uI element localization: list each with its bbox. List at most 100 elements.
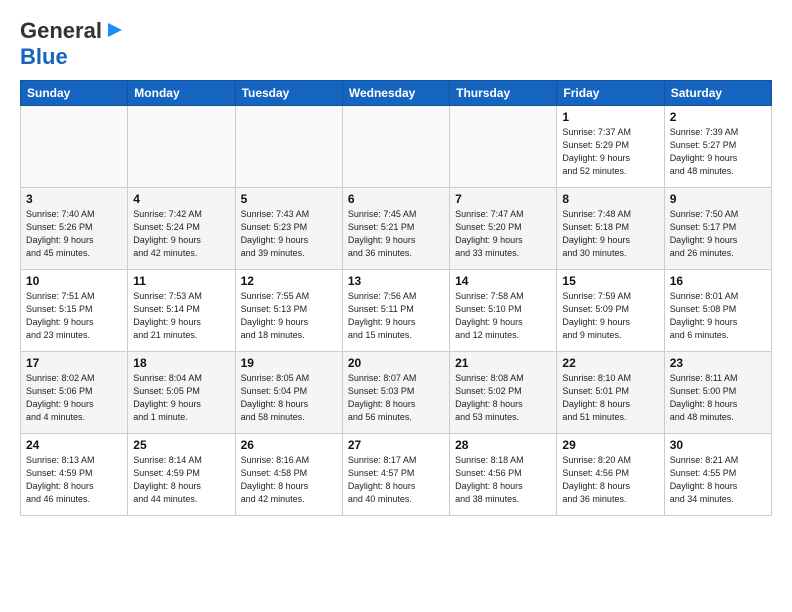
day-number: 10 (26, 274, 122, 288)
day-number: 22 (562, 356, 658, 370)
day-number: 12 (241, 274, 337, 288)
day-cell: 17 Sunrise: 8:02 AM Sunset: 5:06 PM Dayli… (21, 352, 128, 434)
day-number: 3 (26, 192, 122, 206)
day-info: Sunrise: 8:04 AM Sunset: 5:05 PM Dayligh… (133, 372, 229, 424)
day-cell: 29 Sunrise: 8:20 AM Sunset: 4:56 PM Dayli… (557, 434, 664, 516)
day-info: Sunrise: 8:20 AM Sunset: 4:56 PM Dayligh… (562, 454, 658, 506)
logo-arrow-icon (104, 19, 126, 41)
day-cell: 13 Sunrise: 7:56 AM Sunset: 5:11 PM Dayli… (342, 270, 449, 352)
week-row-1: 1 Sunrise: 7:37 AM Sunset: 5:29 PM Daylig… (21, 106, 772, 188)
day-cell: 22 Sunrise: 8:10 AM Sunset: 5:01 PM Dayli… (557, 352, 664, 434)
header-row: SundayMondayTuesdayWednesdayThursdayFrid… (21, 81, 772, 106)
day-info: Sunrise: 7:59 AM Sunset: 5:09 PM Dayligh… (562, 290, 658, 342)
logo-general: General (20, 18, 102, 44)
col-header-tuesday: Tuesday (235, 81, 342, 106)
day-number: 11 (133, 274, 229, 288)
day-cell (128, 106, 235, 188)
day-info: Sunrise: 7:43 AM Sunset: 5:23 PM Dayligh… (241, 208, 337, 260)
header: General Blue (20, 18, 772, 70)
day-info: Sunrise: 7:37 AM Sunset: 5:29 PM Dayligh… (562, 126, 658, 178)
day-info: Sunrise: 8:16 AM Sunset: 4:58 PM Dayligh… (241, 454, 337, 506)
day-number: 28 (455, 438, 551, 452)
day-info: Sunrise: 8:13 AM Sunset: 4:59 PM Dayligh… (26, 454, 122, 506)
day-info: Sunrise: 7:58 AM Sunset: 5:10 PM Dayligh… (455, 290, 551, 342)
logo-blue: Blue (20, 44, 68, 69)
day-cell: 8 Sunrise: 7:48 AM Sunset: 5:18 PM Daylig… (557, 188, 664, 270)
day-cell: 20 Sunrise: 8:07 AM Sunset: 5:03 PM Dayli… (342, 352, 449, 434)
day-cell: 23 Sunrise: 8:11 AM Sunset: 5:00 PM Dayli… (664, 352, 771, 434)
col-header-sunday: Sunday (21, 81, 128, 106)
day-cell: 7 Sunrise: 7:47 AM Sunset: 5:20 PM Daylig… (450, 188, 557, 270)
day-info: Sunrise: 8:08 AM Sunset: 5:02 PM Dayligh… (455, 372, 551, 424)
day-cell: 4 Sunrise: 7:42 AM Sunset: 5:24 PM Daylig… (128, 188, 235, 270)
day-cell: 14 Sunrise: 7:58 AM Sunset: 5:10 PM Dayli… (450, 270, 557, 352)
day-cell: 16 Sunrise: 8:01 AM Sunset: 5:08 PM Dayli… (664, 270, 771, 352)
day-cell: 3Sunrise: 7:40 AM Sunset: 5:26 PM Daylig… (21, 188, 128, 270)
day-cell: 18Sunrise: 8:04 AM Sunset: 5:05 PM Dayli… (128, 352, 235, 434)
day-number: 27 (348, 438, 444, 452)
col-header-monday: Monday (128, 81, 235, 106)
day-number: 14 (455, 274, 551, 288)
day-cell: 30 Sunrise: 8:21 AM Sunset: 4:55 PM Dayli… (664, 434, 771, 516)
day-cell: 6 Sunrise: 7:45 AM Sunset: 5:21 PM Daylig… (342, 188, 449, 270)
day-cell: 25 Sunrise: 8:14 AM Sunset: 4:59 PM Dayli… (128, 434, 235, 516)
calendar-table: SundayMondayTuesdayWednesdayThursdayFrid… (20, 80, 772, 516)
day-cell: 26 Sunrise: 8:16 AM Sunset: 4:58 PM Dayli… (235, 434, 342, 516)
day-info: Sunrise: 8:17 AM Sunset: 4:57 PM Dayligh… (348, 454, 444, 506)
day-number: 13 (348, 274, 444, 288)
day-info: Sunrise: 7:42 AM Sunset: 5:24 PM Dayligh… (133, 208, 229, 260)
day-info: Sunrise: 8:18 AM Sunset: 4:56 PM Dayligh… (455, 454, 551, 506)
day-info: Sunrise: 7:47 AM Sunset: 5:20 PM Dayligh… (455, 208, 551, 260)
day-cell: 12 Sunrise: 7:55 AM Sunset: 5:13 PM Dayli… (235, 270, 342, 352)
day-cell: 15Sunrise: 7:59 AM Sunset: 5:09 PM Dayli… (557, 270, 664, 352)
day-number: 26 (241, 438, 337, 452)
day-number: 30 (670, 438, 766, 452)
day-info: Sunrise: 8:10 AM Sunset: 5:01 PM Dayligh… (562, 372, 658, 424)
day-cell: 5 Sunrise: 7:43 AM Sunset: 5:23 PM Daylig… (235, 188, 342, 270)
day-number: 7 (455, 192, 551, 206)
day-number: 4 (133, 192, 229, 206)
col-header-saturday: Saturday (664, 81, 771, 106)
day-number: 17 (26, 356, 122, 370)
day-info: Sunrise: 7:39 AM Sunset: 5:27 PM Dayligh… (670, 126, 766, 178)
day-info: Sunrise: 7:45 AM Sunset: 5:21 PM Dayligh… (348, 208, 444, 260)
day-info: Sunrise: 8:07 AM Sunset: 5:03 PM Dayligh… (348, 372, 444, 424)
day-info: Sunrise: 8:21 AM Sunset: 4:55 PM Dayligh… (670, 454, 766, 506)
day-info: Sunrise: 7:55 AM Sunset: 5:13 PM Dayligh… (241, 290, 337, 342)
day-cell (235, 106, 342, 188)
week-row-5: 24 Sunrise: 8:13 AM Sunset: 4:59 PM Dayli… (21, 434, 772, 516)
col-header-thursday: Thursday (450, 81, 557, 106)
day-cell: 11 Sunrise: 7:53 AM Sunset: 5:14 PM Dayli… (128, 270, 235, 352)
week-row-2: 3Sunrise: 7:40 AM Sunset: 5:26 PM Daylig… (21, 188, 772, 270)
day-number: 5 (241, 192, 337, 206)
day-number: 25 (133, 438, 229, 452)
col-header-friday: Friday (557, 81, 664, 106)
day-number: 24 (26, 438, 122, 452)
day-cell: 27 Sunrise: 8:17 AM Sunset: 4:57 PM Dayli… (342, 434, 449, 516)
day-number: 8 (562, 192, 658, 206)
day-cell (450, 106, 557, 188)
day-info: Sunrise: 7:53 AM Sunset: 5:14 PM Dayligh… (133, 290, 229, 342)
day-cell: 28 Sunrise: 8:18 AM Sunset: 4:56 PM Dayli… (450, 434, 557, 516)
day-number: 1 (562, 110, 658, 124)
day-info: Sunrise: 7:51 AM Sunset: 5:15 PM Dayligh… (26, 290, 122, 342)
day-info: Sunrise: 8:14 AM Sunset: 4:59 PM Dayligh… (133, 454, 229, 506)
day-number: 29 (562, 438, 658, 452)
day-info: Sunrise: 8:11 AM Sunset: 5:00 PM Dayligh… (670, 372, 766, 424)
day-cell: 2 Sunrise: 7:39 AM Sunset: 5:27 PM Daylig… (664, 106, 771, 188)
day-info: Sunrise: 7:56 AM Sunset: 5:11 PM Dayligh… (348, 290, 444, 342)
day-info: Sunrise: 8:02 AM Sunset: 5:06 PM Dayligh… (26, 372, 122, 424)
day-number: 21 (455, 356, 551, 370)
day-number: 20 (348, 356, 444, 370)
day-number: 23 (670, 356, 766, 370)
day-number: 9 (670, 192, 766, 206)
day-number: 6 (348, 192, 444, 206)
day-number: 2 (670, 110, 766, 124)
day-cell: 10 Sunrise: 7:51 AM Sunset: 5:15 PM Dayli… (21, 270, 128, 352)
day-number: 19 (241, 356, 337, 370)
day-cell (21, 106, 128, 188)
day-number: 16 (670, 274, 766, 288)
day-info: Sunrise: 7:48 AM Sunset: 5:18 PM Dayligh… (562, 208, 658, 260)
day-info: Sunrise: 8:01 AM Sunset: 5:08 PM Dayligh… (670, 290, 766, 342)
week-row-3: 10 Sunrise: 7:51 AM Sunset: 5:15 PM Dayli… (21, 270, 772, 352)
